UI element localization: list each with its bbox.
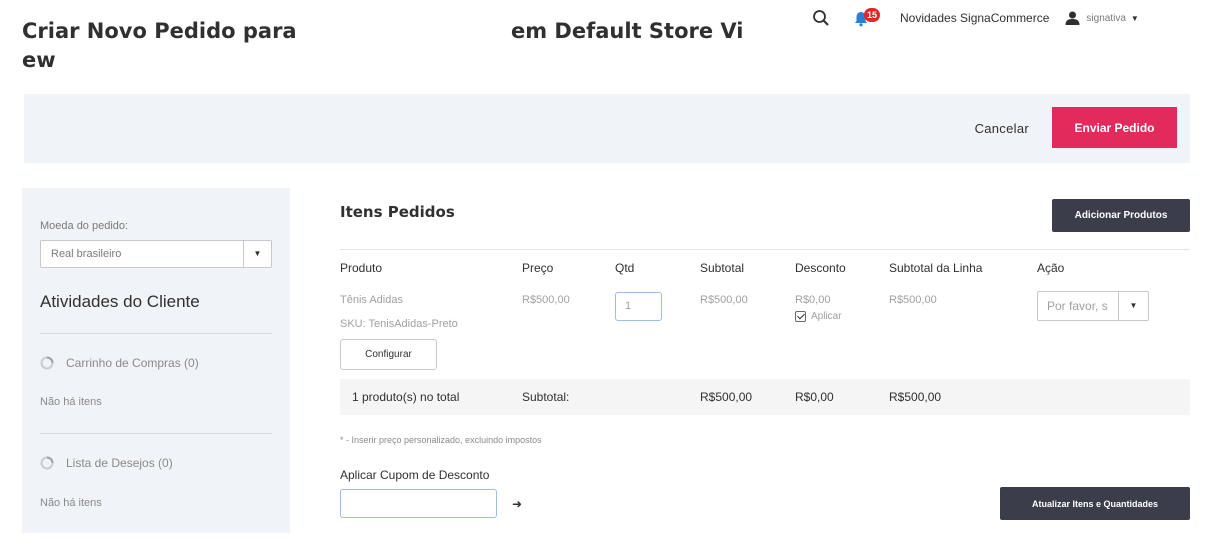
configure-button[interactable]: Configurar: [340, 339, 437, 370]
column-header-action: Ação: [1037, 261, 1065, 275]
page-title: Criar Novo Pedido para ew: [22, 19, 297, 72]
row-action-select[interactable]: Por favor, s ▼: [1037, 291, 1149, 321]
totals-row: 1 produto(s) no total Subtotal: R$500,00…: [340, 379, 1190, 415]
chevron-down-icon: ▼: [1130, 13, 1139, 23]
submit-order-button[interactable]: Enviar Pedido: [1052, 107, 1177, 148]
total-subtotal-label: Subtotal:: [522, 390, 570, 404]
chevron-down-icon: ▼: [1118, 292, 1148, 320]
product-line-subtotal: R$500,00: [889, 294, 937, 306]
column-header-price: Preço: [522, 261, 554, 275]
column-header-discount: Desconto: [795, 261, 846, 275]
row-action-value: Por favor, s: [1047, 299, 1108, 313]
search-icon[interactable]: [812, 9, 830, 27]
activities-heading: Atividades do Cliente: [40, 292, 200, 311]
coupon-input[interactable]: [340, 489, 497, 518]
divider: [40, 433, 272, 434]
cancel-button[interactable]: Cancelar: [975, 121, 1029, 136]
currency-label: Moeda do pedido:: [40, 220, 129, 232]
arrow-right-icon[interactable]: ➜: [512, 497, 522, 511]
column-header-qty: Qtd: [615, 261, 635, 275]
total-count: 1 produto(s) no total: [352, 390, 460, 404]
total-line-subtotal: R$500,00: [889, 390, 942, 404]
notification-badge: 15: [864, 8, 880, 22]
product-discount: R$0,00: [795, 294, 831, 306]
wishlist-empty-text: Não há itens: [40, 497, 102, 509]
user-menu[interactable]: signativa ▼: [1065, 11, 1139, 25]
wishlist-label: Lista de Desejos (0): [66, 456, 173, 470]
user-name: signativa: [1086, 12, 1126, 24]
cart-label: Carrinho de Compras (0): [66, 356, 199, 370]
divider: [40, 333, 272, 334]
wishlist-section-toggle[interactable]: Lista de Desejos (0): [40, 456, 173, 470]
product-name[interactable]: Tênis Adidas: [340, 294, 403, 306]
coupon-label: Aplicar Cupom de Desconto: [340, 468, 490, 482]
column-header-line-subtotal: Subtotal da Linha: [889, 261, 983, 275]
product-sku: SKU: TenisAdidas-Preto: [340, 318, 458, 330]
notifications-button[interactable]: 15: [854, 8, 880, 27]
currency-select[interactable]: Real brasileiro ▼: [40, 240, 272, 268]
apply-discount-checkbox[interactable]: Aplicar: [795, 311, 842, 322]
apply-discount-label: Aplicar: [811, 311, 842, 322]
user-icon: [1065, 11, 1080, 25]
customer-sidebar: Moeda do pedido: Real brasileiro ▼ Ativi…: [22, 188, 290, 533]
currency-value: Real brasileiro: [51, 248, 122, 260]
checkbox-checked-icon: [795, 311, 806, 322]
header-toolbar: 15 Novidades SignaCommerce signativa ▼: [812, 8, 1139, 28]
add-products-button[interactable]: Adicionar Produtos: [1052, 199, 1190, 232]
news-link[interactable]: Novidades SignaCommerce: [900, 11, 1049, 25]
quantity-input[interactable]: 1: [615, 292, 662, 321]
store-title: em Default Store Vi: [511, 19, 744, 43]
cart-section-toggle[interactable]: Carrinho de Compras (0): [40, 356, 199, 370]
chevron-down-icon: ▼: [243, 241, 271, 267]
page-actions-bar: Cancelar Enviar Pedido: [24, 94, 1190, 163]
spinner-icon: [40, 456, 54, 470]
total-subtotal: R$500,00: [700, 390, 753, 404]
update-items-button[interactable]: Atualizar Itens e Quantidades: [1000, 487, 1190, 520]
product-price: R$500,00: [522, 294, 570, 306]
spinner-icon: [40, 356, 54, 370]
cart-empty-text: Não há itens: [40, 396, 102, 408]
total-discount: R$0,00: [795, 390, 834, 404]
items-section-title: Itens Pedidos: [340, 203, 455, 221]
column-header-subtotal: Subtotal: [700, 261, 745, 275]
price-note: * - Inserir preço personalizado, excluin…: [340, 435, 542, 445]
column-header-product: Produto: [340, 261, 383, 275]
table-header-divider: [340, 249, 1190, 250]
product-subtotal: R$500,00: [700, 294, 748, 306]
